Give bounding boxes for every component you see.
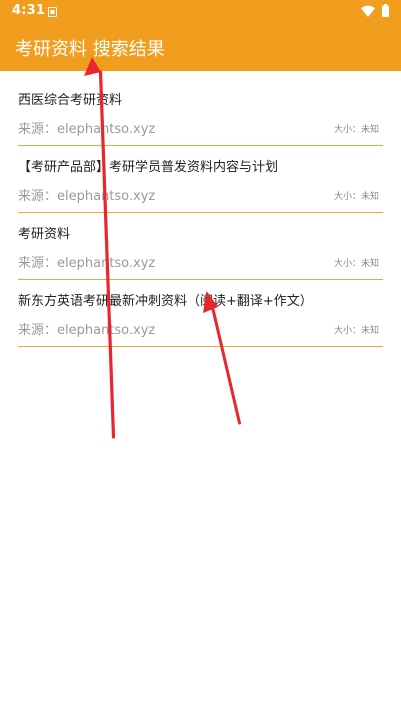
result-size: 大小：未知 (333, 259, 379, 269)
result-source: 来源：elephantso.xyz (18, 122, 156, 137)
result-title: 考研资料 (18, 227, 71, 242)
result-item[interactable]: 【考研产品部】考研学员普发资料内容与计划 来源：elephantso.xyz 大… (18, 147, 383, 213)
result-title: 新东方英语考研最新冲刺资料（阅读+翻译+作文） (18, 294, 313, 309)
status-bar: 4:31 (0, 0, 401, 24)
status-time: 4:31 (12, 3, 46, 18)
result-item[interactable]: 考研资料 来源：elephantso.xyz 大小：未知 (18, 214, 383, 280)
result-size: 大小：未知 (333, 326, 379, 336)
result-item[interactable]: 新东方英语考研最新冲刺资料（阅读+翻译+作文） 来源：elephantso.xy… (18, 281, 383, 347)
wifi-icon (361, 5, 375, 17)
result-source: 来源：elephantso.xyz (18, 256, 156, 271)
result-title: 西医综合考研资料 (18, 93, 123, 108)
app-header: 4:31 考研资料 搜索结果 (0, 0, 401, 71)
result-size: 大小：未知 (333, 192, 379, 202)
result-source: 来源：elephantso.xyz (18, 189, 156, 204)
search-results-list: 西医综合考研资料 来源：elephantso.xyz 大小：未知 【考研产品部】… (18, 80, 383, 348)
result-item[interactable]: 西医综合考研资料 来源：elephantso.xyz 大小：未知 (18, 80, 383, 146)
sim-card-icon (48, 7, 57, 17)
page-title: 考研资料 搜索结果 (15, 39, 165, 60)
result-size: 大小：未知 (333, 125, 379, 135)
result-title: 【考研产品部】考研学员普发资料内容与计划 (18, 160, 279, 175)
battery-icon (382, 4, 389, 17)
result-source: 来源：elephantso.xyz (18, 323, 156, 338)
